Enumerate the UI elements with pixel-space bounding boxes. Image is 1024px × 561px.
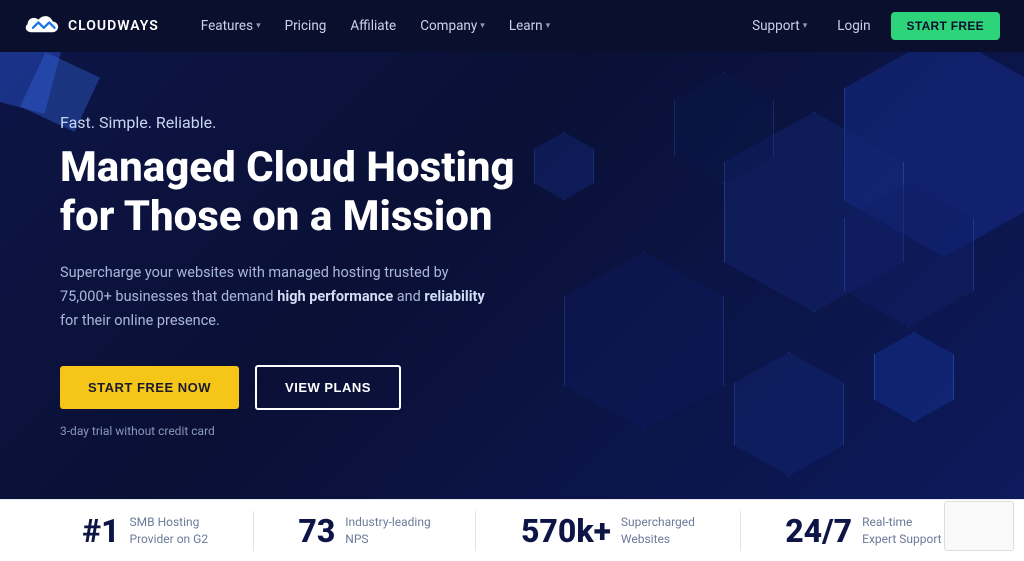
stat-divider-1 — [253, 511, 254, 551]
hex-5 — [874, 332, 954, 422]
hero-title: Managed Cloud Hosting for Those on a Mis… — [60, 144, 515, 241]
support-button[interactable]: Support ▾ — [742, 12, 817, 40]
start-free-now-button[interactable]: START FREE NOW — [60, 366, 239, 409]
learn-chevron-icon: ▾ — [546, 21, 551, 31]
stat-label-1: SMB HostingProvider on G2 — [130, 514, 209, 548]
trial-note: 3-day trial without credit card — [60, 424, 515, 438]
nav-item-affiliate[interactable]: Affiliate — [340, 12, 406, 40]
nav-right: Support ▾ Login START FREE — [742, 12, 1000, 40]
hero-tagline: Fast. Simple. Reliable. — [60, 113, 515, 132]
captcha-widget — [944, 501, 1014, 551]
stat-item-1: #1 SMB HostingProvider on G2 — [82, 512, 208, 550]
start-free-nav-button[interactable]: START FREE — [891, 12, 1000, 40]
stat-label-4: Real-timeExpert Support — [862, 514, 941, 548]
hero-content: Fast. Simple. Reliable. Managed Cloud Ho… — [60, 113, 515, 437]
stat-divider-2 — [475, 511, 476, 551]
stat-item-4: 24/7 Real-timeExpert Support — [785, 512, 941, 550]
stat-item-2: 73 Industry-leadingNPS — [298, 512, 430, 550]
stat-number-1: #1 — [82, 512, 119, 550]
hex-4 — [564, 252, 724, 430]
nav-item-features[interactable]: Features ▾ — [191, 12, 271, 40]
support-chevron-icon: ▾ — [803, 21, 808, 31]
features-chevron-icon: ▾ — [256, 21, 261, 31]
hero-buttons: START FREE NOW VIEW PLANS — [60, 365, 515, 410]
cloudways-logo-icon — [24, 14, 60, 38]
company-chevron-icon: ▾ — [480, 21, 485, 31]
nav-links: Features ▾ Pricing Affiliate Company ▾ L… — [191, 12, 742, 40]
stat-number-2: 73 — [298, 512, 335, 550]
stat-number-3: 570k+ — [521, 512, 611, 550]
nav-item-company[interactable]: Company ▾ — [410, 12, 495, 40]
stat-divider-3 — [740, 511, 741, 551]
hex-7 — [534, 132, 594, 200]
navbar: CLOUDWAYS Features ▾ Pricing Affiliate C… — [0, 0, 1024, 52]
nav-item-learn[interactable]: Learn ▾ — [499, 12, 560, 40]
logo[interactable]: CLOUDWAYS — [24, 14, 159, 38]
stat-label-2: Industry-leadingNPS — [345, 514, 430, 548]
nav-item-pricing[interactable]: Pricing — [275, 12, 337, 40]
hero-section: Fast. Simple. Reliable. Managed Cloud Ho… — [0, 52, 1024, 499]
stat-number-4: 24/7 — [785, 512, 852, 550]
hero-description: Supercharge your websites with managed h… — [60, 261, 500, 333]
stats-bar: #1 SMB HostingProvider on G2 73 Industry… — [0, 499, 1024, 561]
logo-text: CLOUDWAYS — [68, 18, 159, 34]
hex-decorations — [524, 52, 1024, 499]
login-button[interactable]: Login — [825, 12, 882, 40]
hex-8 — [734, 352, 844, 476]
view-plans-button[interactable]: VIEW PLANS — [255, 365, 401, 410]
stat-label-3: SuperchargedWebsites — [621, 514, 695, 548]
stat-item-3: 570k+ SuperchargedWebsites — [521, 512, 695, 550]
